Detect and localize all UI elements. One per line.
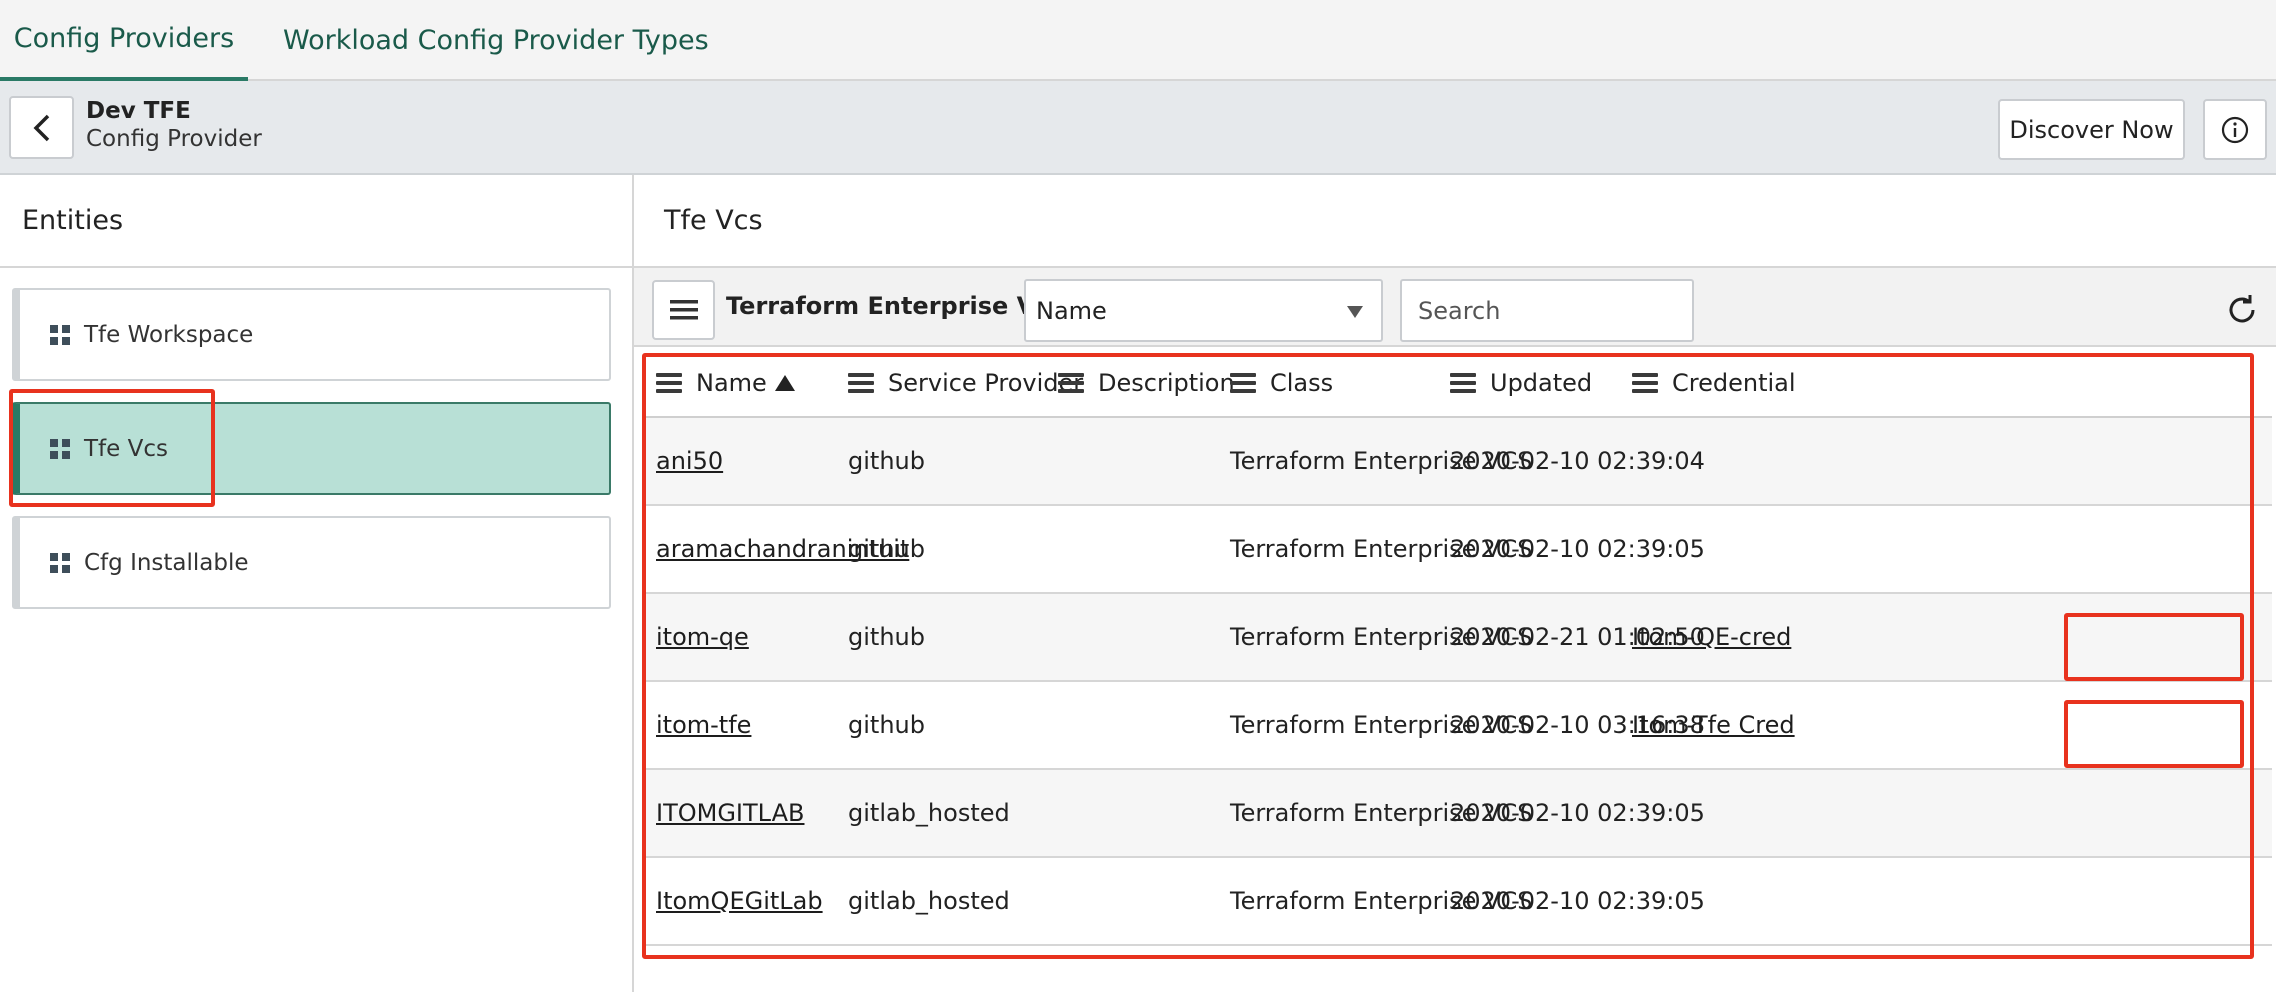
list-toolbar: Terraform Enterprise VCSs Name [634,266,2276,347]
entity-label: Tfe Workspace [84,321,254,348]
grid-icon [50,324,70,345]
list-panel: Tfe Vcs Terraform Enterprise VCSs Name N… [634,175,2276,992]
filter-field-select[interactable]: Name [1024,279,1383,342]
divider [0,266,632,268]
grid-icon [50,552,70,573]
entity-cfg-installable[interactable]: Cfg Installable [12,516,611,609]
record-subtitle: Config Provider [86,126,262,152]
record-header: Dev TFE Config Provider [0,81,2276,175]
credential-link[interactable]: Itom-QE-cred [1632,623,1791,651]
record-link[interactable]: ITOMGITLAB [656,799,804,827]
search-input[interactable] [1400,279,1694,342]
info-icon [2221,116,2249,143]
table-row: aramachandranintuit github Terraform Ent… [642,506,2272,594]
service-provider-cell: gitlab_hosted [848,887,1010,915]
column-menu-icon[interactable] [1450,372,1476,393]
record-title: Dev TFE [86,98,191,124]
column-menu-icon[interactable] [1632,372,1658,393]
table-header-row: Name Service Provider Description Class … [642,349,2272,418]
service-provider-cell: github [848,535,925,563]
column-menu-icon[interactable] [848,372,874,393]
entity-label: Tfe Vcs [84,435,168,462]
column-menu-icon[interactable] [1230,372,1256,393]
service-provider-cell: github [848,623,925,651]
chevron-left-icon [33,114,49,141]
column-header-credential[interactable]: Credential [1632,349,1796,416]
discover-now-button[interactable]: Discover Now [1998,99,2185,160]
record-link[interactable]: itom-tfe [656,711,751,739]
dropdown-arrow-icon [1347,306,1363,318]
service-provider-cell: github [848,447,925,475]
tab-bar: Config Providers Workload Config Provide… [0,0,2276,81]
sort-ascending-icon [774,374,795,391]
credential-link[interactable]: Itom-Tfe Cred [1632,711,1795,739]
column-header-description[interactable]: Description [1058,349,1235,416]
column-header-class[interactable]: Class [1230,349,1333,416]
service-provider-cell: gitlab_hosted [848,799,1010,827]
entities-title: Entities [22,205,124,236]
record-link[interactable]: ani50 [656,447,723,475]
table-row: ani50 github Terraform Enterprise VCS 20… [642,418,2272,506]
table-row: ITOMGITLAB gitlab_hosted Terraform Enter… [642,770,2272,858]
vcs-table: Name Service Provider Description Class … [642,349,2272,946]
column-header-name[interactable]: Name [656,349,795,416]
entity-tfe-vcs[interactable]: Tfe Vcs [12,402,611,495]
column-menu-icon[interactable] [1058,372,1084,393]
entity-tfe-workspace[interactable]: Tfe Workspace [12,288,611,381]
service-provider-cell: github [848,711,925,739]
updated-cell: 2020-02-10 02:39:05 [1450,799,1705,827]
updated-cell: 2020-02-10 02:39:05 [1450,887,1705,915]
column-menu-icon[interactable] [656,372,682,393]
updated-cell: 2020-02-10 02:39:04 [1450,447,1705,475]
entity-label: Cfg Installable [84,549,249,576]
column-header-updated[interactable]: Updated [1450,349,1592,416]
tab-workload-config-provider-types[interactable]: Workload Config Provider Types [283,0,709,81]
updated-cell: 2020-02-10 02:39:05 [1450,535,1705,563]
back-button[interactable] [9,96,74,159]
refresh-icon [2229,295,2255,323]
record-link[interactable]: ItomQEGitLab [656,887,823,915]
entities-panel: Entities Tfe Workspace Tfe Vcs Cfg Insta… [0,175,634,992]
list-panel-title: Tfe Vcs [664,205,763,236]
hamburger-icon [669,300,698,320]
table-row: itom-qe github Terraform Enterprise VCS … [642,594,2272,682]
column-header-service-provider[interactable]: Service Provider [848,349,1083,416]
table-row: itom-tfe github Terraform Enterprise VCS… [642,682,2272,770]
table-row: ItomQEGitLab gitlab_hosted Terraform Ent… [642,858,2272,946]
grid-icon [50,438,70,459]
info-button[interactable] [2203,99,2267,160]
list-menu-button[interactable] [652,280,715,340]
filter-field-value: Name [1036,296,1107,325]
refresh-button[interactable] [2222,290,2262,330]
tab-config-providers[interactable]: Config Providers [0,0,248,81]
record-link[interactable]: itom-qe [656,623,749,651]
